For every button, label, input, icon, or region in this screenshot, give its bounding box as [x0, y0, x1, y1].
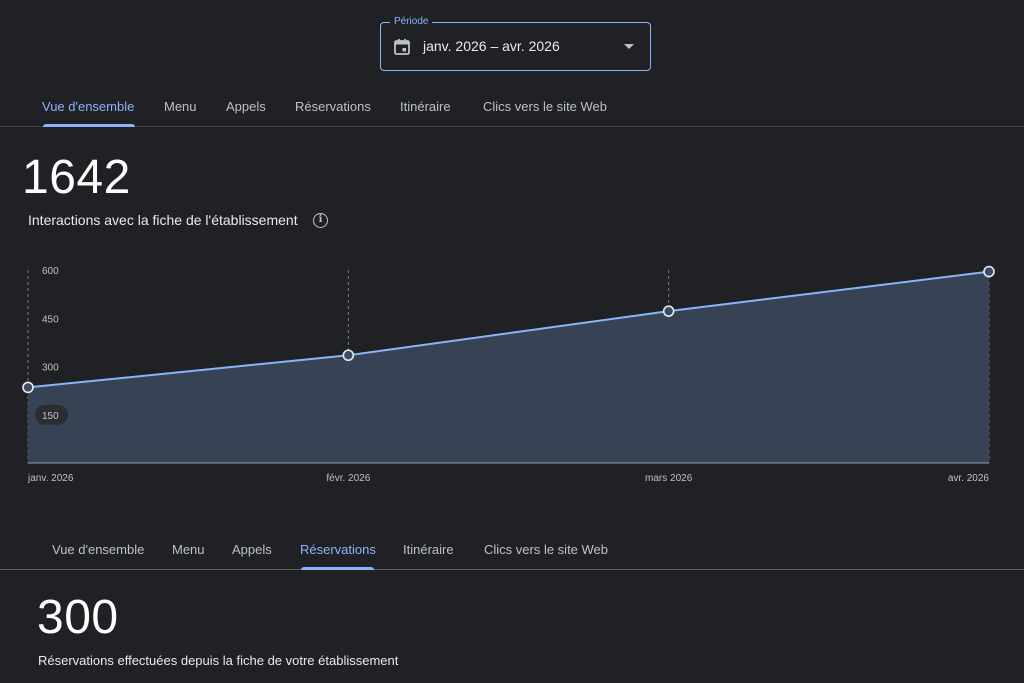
info-icon[interactable]: i [313, 213, 328, 228]
period-label: Période [390, 16, 433, 28]
y-tick-label-2: 450 [42, 314, 59, 325]
period-value: janv. 2026 – avr. 2026 [423, 38, 560, 54]
tab-menu[interactable]: Menu [164, 87, 197, 127]
data-point-2 [662, 305, 675, 317]
active-tab-indicator [301, 567, 374, 570]
y-tick-label-1: 300 [42, 363, 59, 374]
tab-menu[interactable]: Menu [172, 530, 205, 570]
period-select[interactable]: Période janv. 2026 – avr. 2026 [380, 16, 651, 71]
tab-itinerary[interactable]: Itinéraire [400, 87, 451, 127]
reservations-subtitle: Réservations effectuées depuis la fiche … [38, 653, 399, 668]
interactions-chart: 150 300 450 600 janv. 2026 févr. 2026 mars 202… [22, 265, 995, 484]
x-tick-label-3: avr. 2026 [948, 473, 990, 484]
tab-overview[interactable]: Vue d'ensemble [52, 530, 144, 570]
tab-website-clicks[interactable]: Clics vers le site Web [484, 530, 608, 570]
x-tick-label-0: janv. 2026 [27, 473, 74, 484]
tabs-bottom: Vue d'ensemble Menu Appels Réservations … [0, 530, 1024, 570]
tab-calls[interactable]: Appels [232, 530, 272, 570]
calendar-icon [394, 39, 410, 55]
x-tick-label-1: févr. 2026 [326, 473, 370, 484]
interactions-total: 1642 [22, 151, 131, 204]
tab-reservations[interactable]: Réservations [300, 530, 376, 570]
area-fill [28, 271, 989, 463]
tabs-top: Vue d'ensemble Menu Appels Réservations … [0, 87, 1024, 127]
y-tick-label-3: 600 [42, 266, 59, 277]
tab-calls[interactable]: Appels [226, 87, 266, 127]
tab-overview[interactable]: Vue d'ensemble [42, 87, 134, 127]
active-tab-indicator [43, 124, 135, 127]
interactions-subtitle: Interactions avec la fiche de l'établiss… [28, 212, 298, 228]
x-tick-label-2: mars 2026 [645, 473, 693, 484]
tab-itinerary[interactable]: Itinéraire [403, 530, 454, 570]
data-point-3 [983, 265, 995, 278]
tab-website-clicks[interactable]: Clics vers le site Web [483, 87, 607, 127]
data-point-1 [342, 349, 355, 362]
tab-reservations[interactable]: Réservations [295, 87, 371, 127]
y-tick-label-0: 150 [42, 411, 59, 422]
reservations-total: 300 [37, 591, 119, 644]
dropdown-arrow-icon [624, 44, 634, 49]
data-point-0 [22, 381, 34, 394]
